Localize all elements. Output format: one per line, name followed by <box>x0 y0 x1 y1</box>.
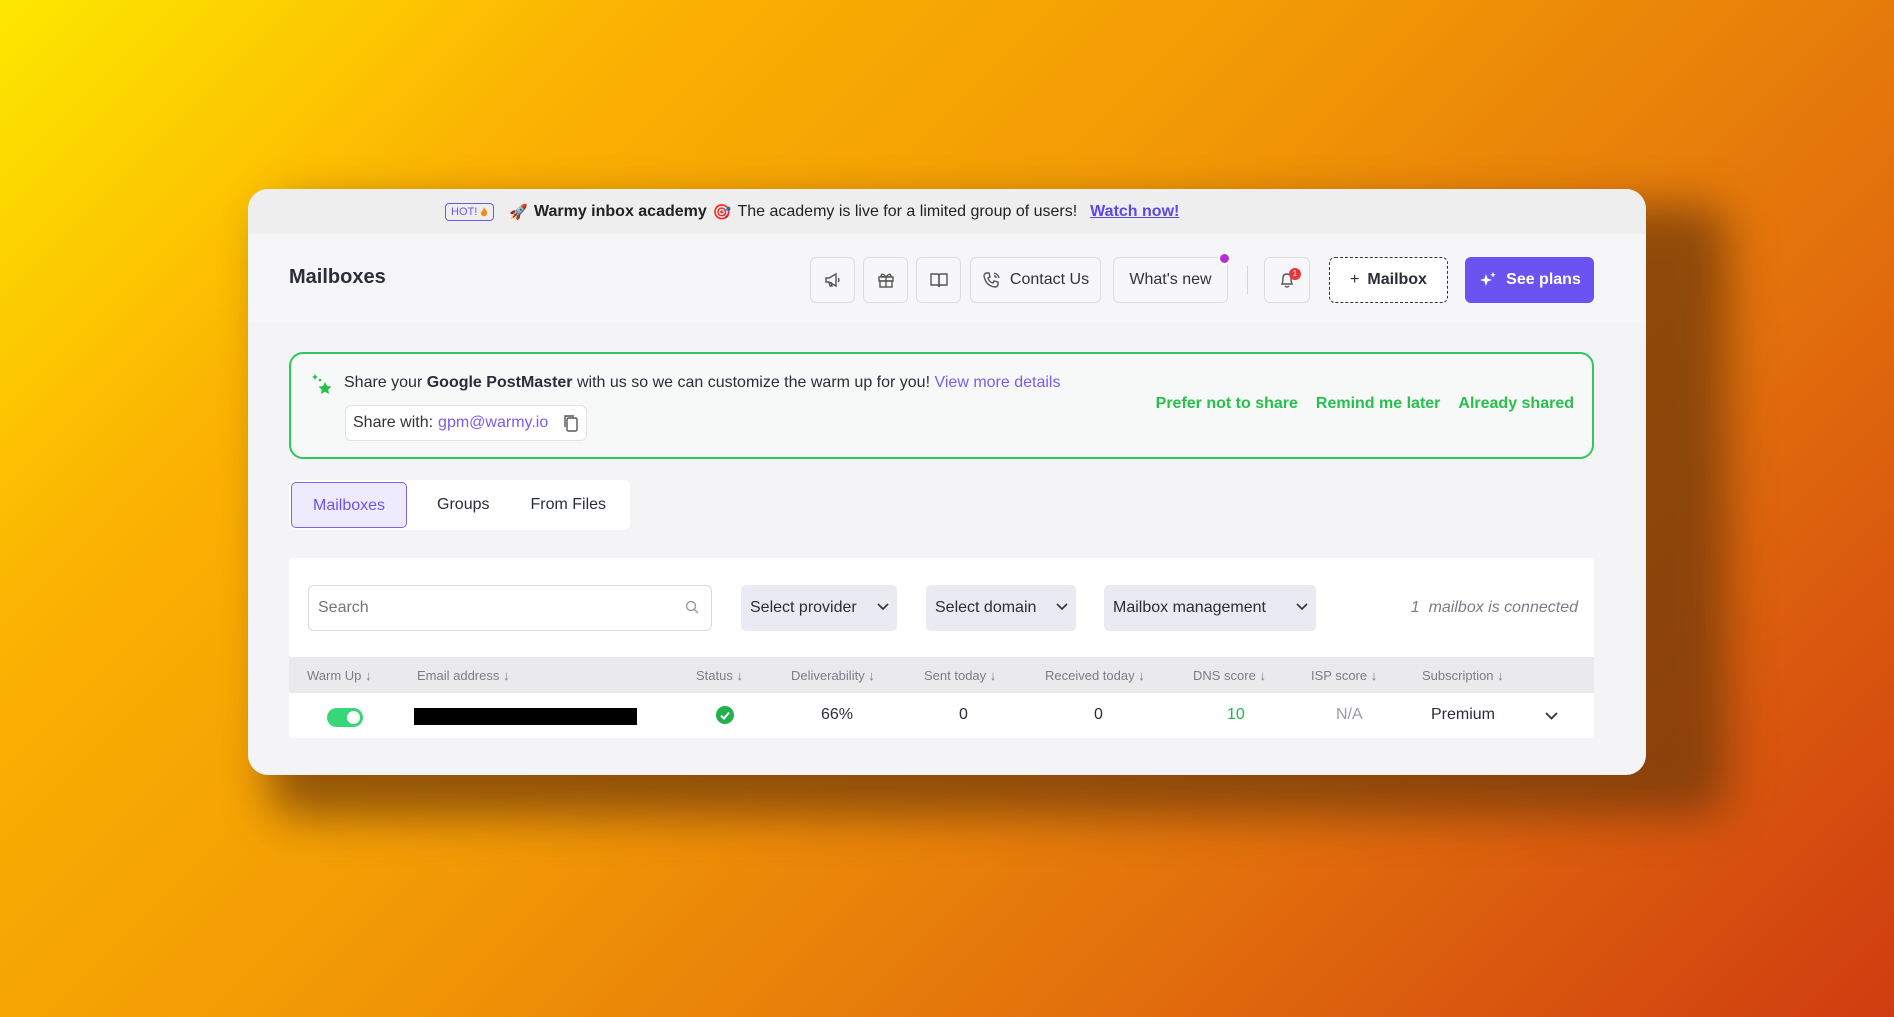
megaphone-icon <box>824 272 840 288</box>
view-more-details-link[interactable]: View more details <box>934 374 1060 391</box>
search-input[interactable] <box>308 585 712 631</box>
mailbox-management-value: Mailbox management <box>1113 599 1266 616</box>
tab-from-files[interactable]: From Files <box>510 482 628 528</box>
dns-score-value: 10 <box>1227 706 1245 723</box>
share-email: gpm@warmy.io <box>438 414 549 431</box>
prefer-not-to-share-button[interactable]: Prefer not to share <box>1156 395 1298 413</box>
page-header: Mailboxes Contact Us What's new 1 + Mail… <box>248 234 1646 322</box>
mailbox-table-card: Select provider Select domain Mailbox ma… <box>289 558 1594 738</box>
search-icon <box>685 600 699 614</box>
col-warm-up[interactable]: Warm Up ↓ <box>307 668 372 683</box>
connected-count: 1 <box>1410 599 1420 616</box>
announcements-button[interactable] <box>810 257 855 303</box>
col-deliverability[interactable]: Deliverability ↓ <box>791 668 875 683</box>
provider-select[interactable]: Select provider <box>741 585 897 631</box>
add-mailbox-button[interactable]: + Mailbox <box>1329 257 1448 303</box>
watch-now-link[interactable]: Watch now! <box>1090 203 1179 221</box>
see-plans-button[interactable]: See plans <box>1465 257 1594 303</box>
domain-select[interactable]: Select domain <box>926 585 1076 631</box>
postmaster-card: Share your Google PostMaster with us so … <box>289 352 1594 459</box>
postmaster-text-after: with us so we can customize the warm up … <box>576 374 931 391</box>
col-isp-score[interactable]: ISP score ↓ <box>1311 668 1377 683</box>
col-status[interactable]: Status ↓ <box>696 668 743 683</box>
header-divider <box>1247 266 1248 294</box>
rocket-icon: 🚀 <box>509 203 528 221</box>
deliverability-value: 66% <box>821 706 854 723</box>
whats-new-button[interactable]: What's new <box>1113 252 1231 303</box>
col-dns-score[interactable]: DNS score ↓ <box>1193 668 1266 683</box>
remind-me-later-button[interactable]: Remind me later <box>1316 395 1440 413</box>
expand-row-chevron-icon[interactable] <box>1545 712 1558 721</box>
notification-dot <box>1218 252 1231 265</box>
mailbox-management-select[interactable]: Mailbox management <box>1104 585 1316 631</box>
knowledge-base-button[interactable] <box>916 257 961 303</box>
notifications-button[interactable]: 1 <box>1264 257 1310 303</box>
gift-icon <box>877 273 894 288</box>
gift-button[interactable] <box>863 257 908 303</box>
provider-select-value: Select provider <box>750 599 857 616</box>
status-check-icon <box>716 706 734 724</box>
postmaster-text-bold: Google PostMaster <box>426 374 573 391</box>
col-email-address[interactable]: Email address ↓ <box>417 668 509 683</box>
table-header: Warm Up ↓ Email address ↓ Status ↓ Deliv… <box>289 657 1594 693</box>
domain-select-value: Select domain <box>935 599 1037 616</box>
contact-us-button[interactable]: Contact Us <box>970 257 1101 303</box>
already-shared-button[interactable]: Already shared <box>1458 395 1574 413</box>
copy-icon[interactable] <box>561 413 581 433</box>
col-subscription[interactable]: Subscription ↓ <box>1422 668 1504 683</box>
phone-icon <box>983 272 1000 288</box>
warm-up-toggle[interactable] <box>327 708 363 727</box>
chevron-down-icon <box>877 603 889 611</box>
postmaster-text-before: Share your <box>344 374 423 391</box>
promo-bar: HOT! 🚀 Warmy inbox academy 🎯 The academy… <box>248 189 1646 234</box>
sparkle-icon <box>1480 272 1496 286</box>
col-sent-today[interactable]: Sent today ↓ <box>924 668 996 683</box>
contact-us-label: Contact Us <box>1009 271 1090 288</box>
isp-score-value: N/A <box>1336 706 1363 723</box>
bell-badge: 1 <box>1289 268 1301 280</box>
email-redacted <box>414 708 637 725</box>
app-window: HOT! 🚀 Warmy inbox academy 🎯 The academy… <box>248 189 1646 775</box>
share-with-box: Share with: gpm@warmy.io <box>345 405 587 441</box>
promo-description: The academy is live for a limited group … <box>737 202 1078 220</box>
hot-badge-label: HOT! <box>451 205 478 218</box>
table-row: 66% 0 0 10 N/A Premium <box>289 693 1594 738</box>
target-icon: 🎯 <box>712 203 732 221</box>
book-icon <box>929 273 948 288</box>
promo-title: Warmy inbox academy <box>533 202 707 220</box>
col-received-today[interactable]: Received today ↓ <box>1045 668 1145 683</box>
sent-today-value: 0 <box>959 706 968 723</box>
fire-icon <box>481 206 488 216</box>
add-mailbox-label: Mailbox <box>1367 271 1427 288</box>
tab-mailboxes[interactable]: Mailboxes <box>291 482 408 528</box>
chevron-down-icon <box>1296 603 1308 611</box>
see-plans-label: See plans <box>1506 271 1581 288</box>
subscription-value: Premium <box>1431 706 1496 723</box>
postmaster-actions: Prefer not to share Remind me later Alre… <box>1156 395 1574 413</box>
received-today-value: 0 <box>1094 706 1103 723</box>
chevron-down-icon <box>1056 603 1068 611</box>
view-tabs: Mailboxes Groups From Files <box>289 480 630 530</box>
connected-count-text: 1 mailbox is connected <box>1411 599 1578 617</box>
hot-badge: HOT! <box>445 202 495 221</box>
plus-icon: + <box>1350 271 1360 288</box>
share-with-label: Share with: <box>353 414 434 431</box>
postmaster-message: Share your Google PostMaster with us so … <box>344 374 1060 392</box>
tab-groups[interactable]: Groups <box>407 482 509 528</box>
page-title: Mailboxes <box>289 266 386 288</box>
connected-label: mailbox is connected <box>1428 599 1578 616</box>
whats-new-label: What's new <box>1129 271 1212 288</box>
sparkle-stars-icon <box>312 374 332 394</box>
